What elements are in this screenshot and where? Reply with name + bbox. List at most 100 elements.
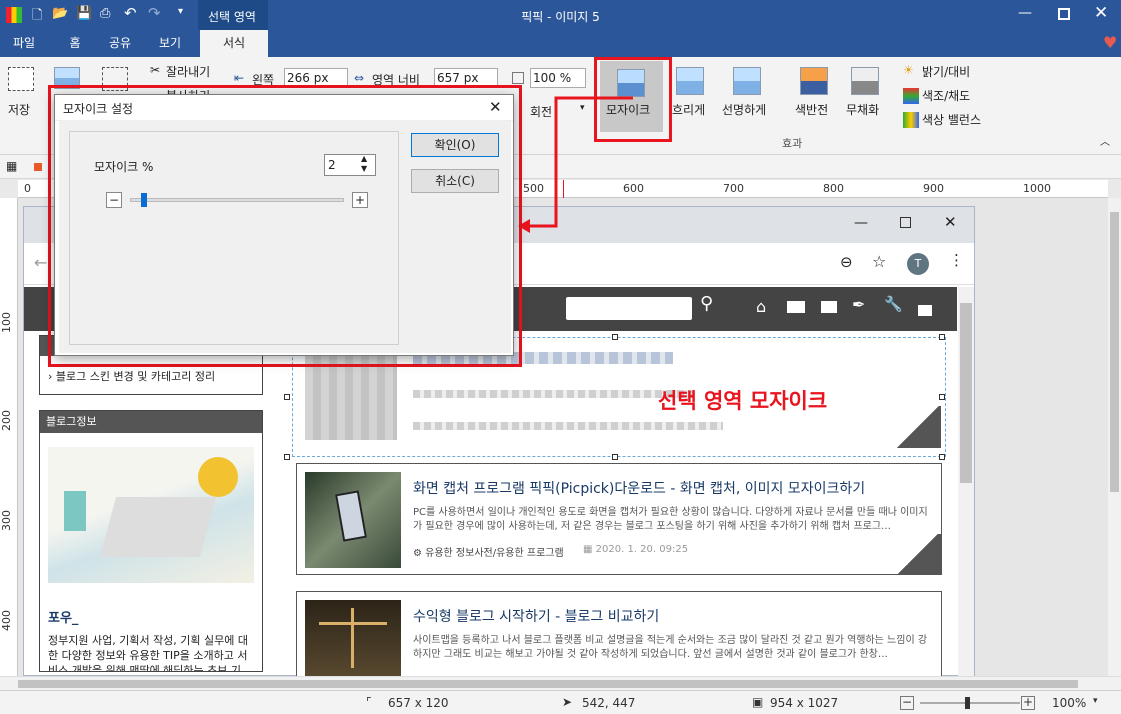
zoom-slider[interactable] [920, 697, 1020, 709]
slider-plus-button[interactable]: + [352, 192, 368, 208]
browser-minimize-icon: — [854, 215, 868, 231]
post-card: 수익형 블로그 시작하기 - 블로그 비교하기 사이트맵을 등록하고 나서 블로… [296, 591, 942, 676]
tab-home[interactable]: 홈 [55, 30, 95, 57]
mosaic-percent-label: 모자이크 % [94, 160, 154, 174]
invert-button[interactable]: 색반전 [795, 101, 828, 118]
width-icon: ⇔ [354, 71, 365, 85]
blog-description: 정부지원 사업, 기획서 작성, 기획 실무에 대한 다양한 정보와 유용한 T… [48, 634, 249, 671]
browser-maximize-icon [900, 217, 911, 228]
color-balance-button[interactable]: 색상 밸런스 [922, 111, 981, 128]
hue-button[interactable]: 색조/채도 [922, 87, 970, 104]
selection-handle[interactable] [939, 394, 945, 400]
avatar: T [907, 253, 929, 275]
zoom-level[interactable]: 100% [1052, 696, 1086, 710]
unlock-icon [918, 305, 932, 316]
selection-handle[interactable] [284, 394, 290, 400]
annotation-arrow [518, 96, 633, 233]
browser-scrollbar [958, 287, 974, 676]
tab-view[interactable]: 보기 [150, 30, 190, 57]
selection-handle[interactable] [612, 454, 618, 460]
collapse-ribbon-icon[interactable]: ︿ [1100, 133, 1110, 148]
mosaic-percent-value: 2 [328, 158, 336, 172]
close-icon[interactable]: ✕ [1094, 3, 1108, 23]
tab-share[interactable]: 공유 [100, 30, 140, 57]
spinner-down-icon[interactable]: ▼ [361, 164, 367, 173]
zoom-icon [512, 72, 524, 84]
grayscale-button[interactable]: 무채화 [846, 101, 879, 118]
dialog-title: 모자이크 설정 [63, 102, 134, 116]
cancel-button[interactable]: 취소(C) [411, 169, 499, 193]
folder-icon [787, 301, 805, 313]
zoom-input[interactable]: 100 % [530, 68, 586, 88]
zoom-in-button[interactable]: + [1021, 696, 1035, 710]
cursor-icon: ➤ [562, 695, 573, 709]
mosaic-slider-thumb[interactable] [141, 193, 147, 207]
back-icon: ← [34, 253, 48, 272]
blur-button[interactable]: 흐리게 [672, 101, 705, 118]
vertical-ruler: 100 200 300 400 [0, 198, 18, 676]
selection-handle[interactable] [284, 454, 290, 460]
bookmark-star-icon: ☆ [872, 252, 887, 271]
save-button[interactable]: 저장 [8, 101, 30, 118]
sidebar-link-text: 블로그 스킨 변경 및 카테고리 정리 [55, 370, 216, 383]
image-size: 954 x 1027 [770, 696, 839, 710]
mosaic-text [413, 390, 693, 398]
post-category-text: 유용한 정보사전/유용한 프로그램 [425, 548, 564, 559]
sharpen-icon [733, 67, 761, 95]
post-thumbnail [305, 600, 401, 676]
slider-minus-button[interactable]: − [106, 192, 122, 208]
sidebar-link: › 블로그 스킨 변경 및 카테고리 정리 [48, 370, 216, 383]
vertical-scrollbar[interactable] [1108, 198, 1121, 676]
heart-icon[interactable]: ♥ [1103, 33, 1117, 52]
mosaic-text [413, 422, 723, 430]
invert-icon [800, 67, 828, 95]
mosaic-dialog: 모자이크 설정 ✕ 모자이크 % 2 ▲ ▼ − + 확인(O) 취소(C) [54, 94, 514, 356]
dialog-titlebar: 모자이크 설정 ✕ [55, 95, 513, 121]
selection-handle[interactable] [939, 334, 945, 340]
post-excerpt: 사이트맵을 등록하고 나서 블로그 플랫폼 비교 설명글을 적는게 순서와는 조… [413, 635, 928, 660]
title-bar: 🗋 📂 💾 ⎙ ↶ ↷ ▾ 선택 영역 픽픽 - 이미지 5 — ✕ [0, 0, 1121, 30]
post-thumbnail [305, 472, 401, 568]
browser-menu-icon: ⋮ [949, 251, 964, 269]
blog-author: 포우_ [48, 611, 79, 626]
post-card: 화면 캡처 프로그램 픽픽(Picpick)다운로드 - 화면 캡처, 이미지 … [296, 463, 942, 575]
grid-icon[interactable]: ▦ [6, 159, 17, 173]
ruler-tick: 700 [723, 182, 744, 195]
brightness-button[interactable]: 밝기/대비 [922, 63, 970, 80]
sharpen-button[interactable]: 선명하게 [722, 101, 766, 118]
color-balance-icon [903, 112, 919, 128]
horizontal-scrollbar[interactable] [0, 676, 1121, 690]
ruler-tick: 300 [0, 510, 13, 531]
mosaic-percent-spinner[interactable]: 2 ▲ ▼ [324, 154, 376, 176]
selection-size-icon: ⌜ [366, 695, 372, 709]
ruler-tick: 400 [0, 610, 13, 631]
mosaic-slider-track[interactable] [130, 193, 344, 207]
width-value: 657 px [437, 71, 479, 85]
settings-panel: 모자이크 % 2 ▲ ▼ − + [69, 131, 399, 345]
tab-format[interactable]: 서식 [200, 30, 268, 57]
minimize-icon[interactable]: — [1018, 5, 1032, 21]
cursor-position: 542, 447 [582, 696, 636, 710]
effects-group-label: 효과 [782, 137, 803, 150]
spinner-up-icon[interactable]: ▲ [361, 154, 367, 163]
color-icon[interactable] [34, 163, 42, 171]
selection-handle[interactable] [612, 334, 618, 340]
selection-handle[interactable] [939, 454, 945, 460]
post-excerpt: PC를 사용하면서 일이나 개인적인 용도로 화면을 캡처가 필요한 상황이 많… [413, 507, 928, 532]
cut-button[interactable]: 잘라내기 [166, 63, 210, 80]
grayscale-icon [851, 67, 879, 95]
pen-icon: ✒ [852, 295, 866, 314]
left-position-icon: ⇤ [234, 71, 245, 85]
browser-zoom-icon: ⊖ [840, 253, 853, 271]
zoom-out-button[interactable]: − [900, 696, 914, 710]
dialog-close-icon[interactable]: ✕ [489, 98, 502, 116]
maximize-icon[interactable] [1058, 8, 1070, 20]
post-title: 화면 캡처 프로그램 픽픽(Picpick)다운로드 - 화면 캡처, 이미지 … [413, 481, 866, 497]
post-date-text: 2020. 1. 20. 09:25 [595, 544, 689, 555]
tab-file[interactable]: 파일 [0, 30, 48, 57]
zoom-dropdown-icon[interactable]: ▾ [1093, 696, 1098, 706]
search-icon: ⚲ [700, 293, 714, 314]
dialog-body: 모자이크 % 2 ▲ ▼ − + 확인(O) 취소(C) [59, 121, 511, 353]
ok-button[interactable]: 확인(O) [411, 133, 499, 157]
blur-icon [676, 67, 704, 95]
